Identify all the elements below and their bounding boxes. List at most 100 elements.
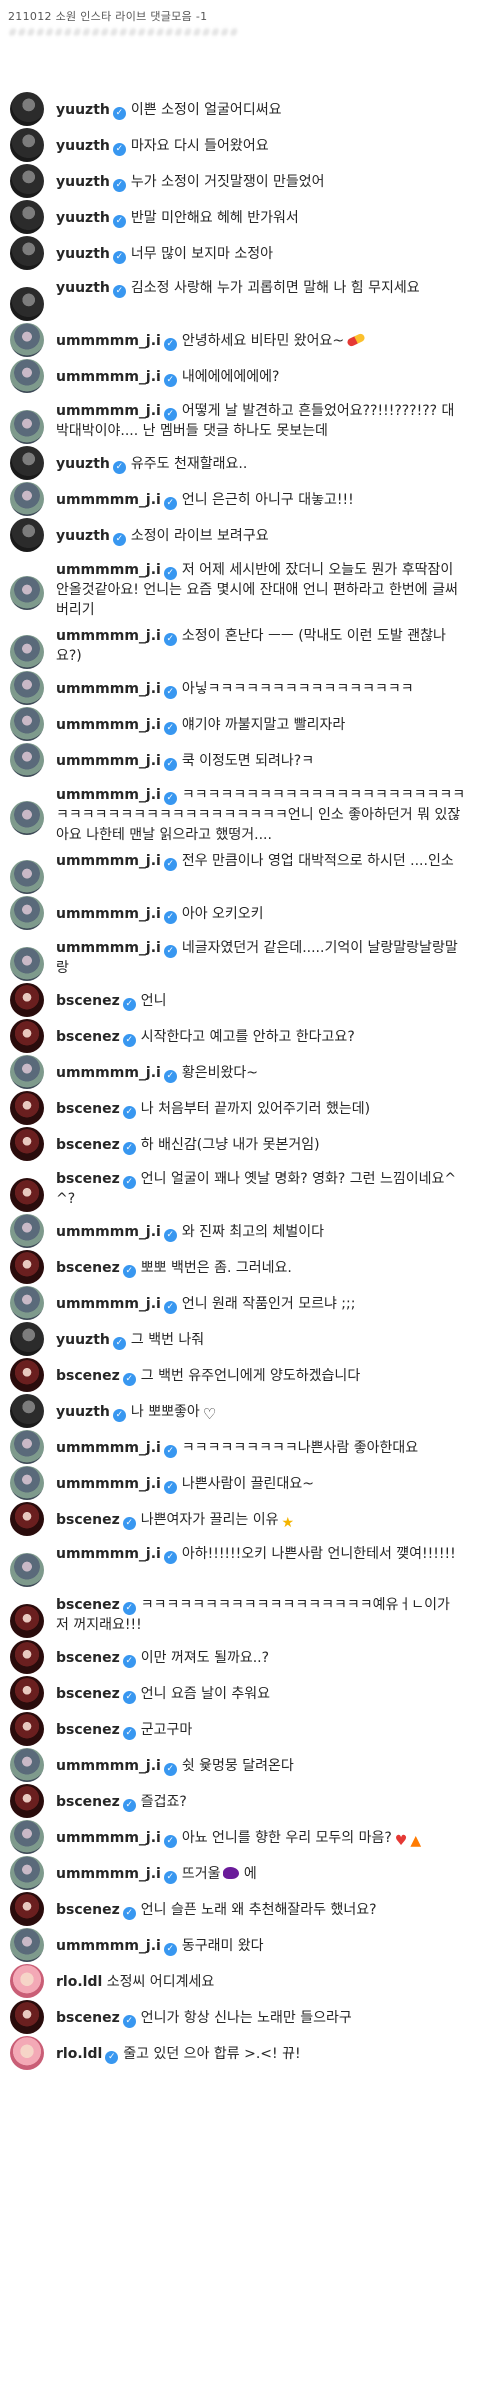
username-link[interactable]: bscenez [56,1368,120,1384]
username-link[interactable]: bscenez [56,1722,120,1738]
avatar[interactable] [10,1322,44,1356]
avatar[interactable] [10,1091,44,1125]
avatar[interactable] [10,860,44,894]
username-link[interactable]: bscenez [56,1686,120,1702]
username-link[interactable]: bscenez [56,1597,120,1613]
username-link[interactable]: yuuzth [56,280,110,296]
username-link[interactable]: yuuzth [56,1404,110,1420]
avatar[interactable] [10,1214,44,1248]
username-link[interactable]: ummmmm_j.i [56,753,161,769]
username-link[interactable]: ummmmm_j.i [56,1296,161,1312]
avatar[interactable] [10,1019,44,1053]
avatar[interactable] [10,359,44,393]
username-link[interactable]: bscenez [56,1171,120,1187]
username-link[interactable]: bscenez [56,1260,120,1276]
avatar[interactable] [10,707,44,741]
avatar[interactable] [10,576,44,610]
username-link[interactable]: yuuzth [56,210,110,226]
avatar[interactable] [10,743,44,777]
avatar[interactable] [10,92,44,126]
username-link[interactable]: ummmmm_j.i [56,1866,161,1882]
username-link[interactable]: bscenez [56,1101,120,1117]
username-link[interactable]: ummmmm_j.i [56,369,161,385]
username-link[interactable]: bscenez [56,2010,120,2026]
avatar[interactable] [10,1430,44,1464]
avatar[interactable] [10,671,44,705]
username-link[interactable]: ummmmm_j.i [56,1758,161,1774]
username-link[interactable]: ummmmm_j.i [56,681,161,697]
avatar[interactable] [10,1127,44,1161]
username-link[interactable]: ummmmm_j.i [56,787,161,803]
username-link[interactable]: ummmmm_j.i [56,1476,161,1492]
avatar[interactable] [10,1892,44,1926]
avatar[interactable] [10,983,44,1017]
username-link[interactable]: yuuzth [56,102,110,118]
avatar[interactable] [10,236,44,270]
username-link[interactable]: yuuzth [56,1332,110,1348]
avatar[interactable] [10,1820,44,1854]
username-link[interactable]: bscenez [56,1794,120,1810]
avatar[interactable] [10,1250,44,1284]
avatar[interactable] [10,1178,44,1212]
avatar[interactable] [10,1055,44,1089]
avatar[interactable] [10,323,44,357]
avatar[interactable] [10,1676,44,1710]
username-link[interactable]: bscenez [56,1029,120,1045]
avatar[interactable] [10,164,44,198]
username-link[interactable]: ummmmm_j.i [56,1440,161,1456]
avatar[interactable] [10,482,44,516]
avatar[interactable] [10,1502,44,1536]
avatar[interactable] [10,1286,44,1320]
avatar[interactable] [10,1466,44,1500]
username-link[interactable]: ummmmm_j.i [56,492,161,508]
username-link[interactable]: ummmmm_j.i [56,628,161,644]
username-link[interactable]: rlo.ldl [56,1974,102,1990]
username-link[interactable]: ummmmm_j.i [56,1546,161,1562]
avatar[interactable] [10,947,44,981]
avatar[interactable] [10,1553,44,1587]
avatar[interactable] [10,128,44,162]
avatar[interactable] [10,1856,44,1890]
avatar[interactable] [10,896,44,930]
username-link[interactable]: yuuzth [56,456,110,472]
username-link[interactable]: ummmmm_j.i [56,940,161,956]
avatar[interactable] [10,518,44,552]
avatar[interactable] [10,287,44,321]
username-link[interactable]: ummmmm_j.i [56,1065,161,1081]
username-link[interactable]: ummmmm_j.i [56,562,161,578]
username-link[interactable]: bscenez [56,1512,120,1528]
avatar[interactable] [10,1604,44,1638]
avatar[interactable] [10,1964,44,1998]
username-link[interactable]: bscenez [56,1650,120,1666]
avatar[interactable] [10,1640,44,1674]
username-link[interactable]: rlo.ldl [56,2046,102,2062]
username-link[interactable]: ummmmm_j.i [56,1224,161,1240]
username-link[interactable]: ummmmm_j.i [56,403,161,419]
username-link[interactable]: ummmmm_j.i [56,1830,161,1846]
username-link[interactable]: yuuzth [56,246,110,262]
avatar[interactable] [10,1394,44,1428]
avatar[interactable] [10,200,44,234]
avatar[interactable] [10,2000,44,2034]
avatar[interactable] [10,801,44,835]
avatar[interactable] [10,1712,44,1746]
username-link[interactable]: ummmmm_j.i [56,853,161,869]
avatar[interactable] [10,2036,44,2070]
username-link[interactable]: ummmmm_j.i [56,906,161,922]
username-link[interactable]: ummmmm_j.i [56,717,161,733]
avatar[interactable] [10,446,44,480]
username-link[interactable]: ummmmm_j.i [56,1938,161,1954]
avatar[interactable] [10,1358,44,1392]
avatar[interactable] [10,1784,44,1818]
username-link[interactable]: bscenez [56,1902,120,1918]
avatar[interactable] [10,1748,44,1782]
avatar[interactable] [10,410,44,444]
username-link[interactable]: ummmmm_j.i [56,333,161,349]
avatar[interactable] [10,635,44,669]
username-link[interactable]: bscenez [56,1137,120,1153]
username-link[interactable]: yuuzth [56,528,110,544]
avatar[interactable] [10,1928,44,1962]
username-link[interactable]: yuuzth [56,138,110,154]
username-link[interactable]: bscenez [56,993,120,1009]
username-link[interactable]: yuuzth [56,174,110,190]
